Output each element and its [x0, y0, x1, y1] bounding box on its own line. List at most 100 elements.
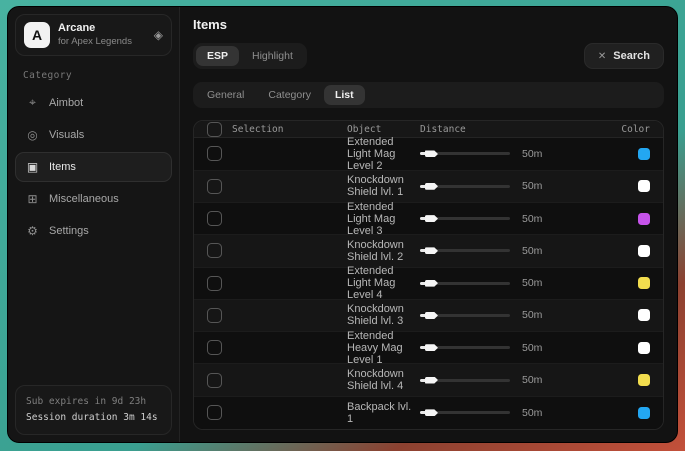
- diamond-badge-icon[interactable]: ◈: [154, 28, 163, 42]
- slider-thumb[interactable]: [425, 344, 438, 351]
- distance-slider[interactable]: [420, 249, 510, 252]
- distance-value: 50m: [522, 245, 542, 257]
- main-panel: Items ESP Highlight ✕ Search General Cat…: [180, 7, 677, 442]
- distance-value: 50m: [522, 309, 542, 321]
- color-swatch[interactable]: [638, 342, 650, 354]
- grid-icon: ⊞: [25, 192, 40, 206]
- col-object: Object: [347, 124, 420, 135]
- brand-text: Arcane for Apex Legends: [58, 22, 146, 48]
- select-all-checkbox[interactable]: [207, 122, 222, 137]
- distance-slider[interactable]: [420, 282, 510, 285]
- col-selection: Selection: [232, 124, 283, 135]
- sub-expiry-text: Sub expires in 9d 23h: [26, 394, 161, 410]
- distance-value: 50m: [522, 180, 542, 192]
- sidebar-item-aimbot[interactable]: ⌖ Aimbot: [15, 87, 172, 118]
- distance-slider[interactable]: [420, 314, 510, 317]
- sidebar-nav: ⌖ Aimbot ◎ Visuals ▣ Items ⊞ Miscellaneo…: [8, 87, 179, 246]
- table-row: Knockdown Shield lvl. 2 50m: [194, 235, 663, 267]
- object-name: Extended Light Mag Level 4: [347, 265, 420, 301]
- col-color: Color: [610, 124, 650, 135]
- x-icon: ✕: [598, 51, 606, 62]
- color-swatch[interactable]: [638, 374, 650, 386]
- view-tabs: General Category List: [193, 82, 664, 108]
- distance-slider[interactable]: [420, 152, 510, 155]
- app-window: A Arcane for Apex Legends ◈ Category ⌖ A…: [7, 6, 678, 443]
- slider-thumb[interactable]: [425, 409, 438, 416]
- distance-value: 50m: [522, 374, 542, 386]
- table-row: Extended Heavy Mag Level 1 50m: [194, 332, 663, 364]
- page-title: Items: [193, 17, 664, 32]
- object-name: Knockdown Shield lvl. 4: [347, 368, 420, 392]
- row-checkbox[interactable]: [207, 243, 222, 258]
- row-checkbox[interactable]: [207, 308, 222, 323]
- color-swatch[interactable]: [638, 148, 650, 160]
- tab-esp[interactable]: ESP: [196, 46, 239, 66]
- object-name: Knockdown Shield lvl. 3: [347, 303, 420, 327]
- sidebar-item-visuals[interactable]: ◎ Visuals: [15, 120, 172, 150]
- brand-card: A Arcane for Apex Legends ◈: [15, 14, 172, 56]
- distance-slider[interactable]: [420, 379, 510, 382]
- gear-icon: ⚙: [25, 224, 40, 238]
- row-checkbox[interactable]: [207, 340, 222, 355]
- slider-thumb[interactable]: [425, 280, 438, 287]
- distance-value: 50m: [522, 342, 542, 354]
- table-row: Backpack lvl. 1 50m: [194, 397, 663, 429]
- tab-highlight[interactable]: Highlight: [241, 46, 304, 66]
- slider-thumb[interactable]: [425, 215, 438, 222]
- tab-list[interactable]: List: [324, 85, 365, 105]
- table-row: Knockdown Shield lvl. 1 50m: [194, 171, 663, 203]
- distance-slider[interactable]: [420, 217, 510, 220]
- distance-value: 50m: [522, 148, 542, 160]
- sidebar-item-settings[interactable]: ⚙ Settings: [15, 216, 172, 246]
- slider-thumb[interactable]: [425, 183, 438, 190]
- subscription-status-card: Sub expires in 9d 23h Session duration 3…: [15, 385, 172, 435]
- row-checkbox[interactable]: [207, 146, 222, 161]
- app-subtitle: for Apex Legends: [58, 36, 146, 48]
- sidebar-item-items[interactable]: ▣ Items: [15, 152, 172, 182]
- row-checkbox[interactable]: [207, 373, 222, 388]
- table-row: Extended Light Mag Level 3 50m: [194, 203, 663, 235]
- color-swatch[interactable]: [638, 245, 650, 257]
- table-header-row: Selection Object Distance Color: [194, 121, 663, 138]
- row-checkbox[interactable]: [207, 179, 222, 194]
- table-row: Knockdown Shield lvl. 3 50m: [194, 300, 663, 332]
- sidebar-section-label: Category: [23, 70, 179, 81]
- row-checkbox[interactable]: [207, 276, 222, 291]
- app-logo: A: [24, 22, 50, 48]
- sidebar: A Arcane for Apex Legends ◈ Category ⌖ A…: [8, 7, 180, 442]
- distance-value: 50m: [522, 407, 542, 419]
- color-swatch[interactable]: [638, 309, 650, 321]
- mode-tabs: ESP Highlight: [193, 43, 307, 69]
- object-name: Backpack lvl. 1: [347, 401, 420, 425]
- object-name: Knockdown Shield lvl. 1: [347, 174, 420, 198]
- slider-thumb[interactable]: [425, 312, 438, 319]
- object-name: Extended Light Mag Level 3: [347, 201, 420, 237]
- slider-thumb[interactable]: [425, 377, 438, 384]
- object-name: Knockdown Shield lvl. 2: [347, 239, 420, 263]
- distance-slider[interactable]: [420, 185, 510, 188]
- sidebar-item-miscellaneous[interactable]: ⊞ Miscellaneous: [15, 184, 172, 214]
- row-checkbox[interactable]: [207, 405, 222, 420]
- search-button-label: Search: [613, 50, 650, 62]
- color-swatch[interactable]: [638, 213, 650, 225]
- slider-thumb[interactable]: [425, 150, 438, 157]
- distance-slider[interactable]: [420, 346, 510, 349]
- package-icon: ▣: [25, 160, 40, 174]
- row-checkbox[interactable]: [207, 211, 222, 226]
- distance-slider[interactable]: [420, 411, 510, 414]
- color-swatch[interactable]: [638, 277, 650, 289]
- items-table: Selection Object Distance Color Extended…: [193, 120, 664, 430]
- session-duration-text: Session duration 3m 14s: [26, 410, 161, 426]
- color-swatch[interactable]: [638, 407, 650, 419]
- search-button[interactable]: ✕ Search: [584, 43, 664, 69]
- app-name: Arcane: [58, 22, 146, 36]
- tab-general[interactable]: General: [196, 85, 255, 105]
- table-row: Extended Light Mag Level 4 50m: [194, 268, 663, 300]
- tab-category[interactable]: Category: [257, 85, 322, 105]
- col-distance: Distance: [420, 124, 610, 135]
- distance-value: 50m: [522, 213, 542, 225]
- slider-thumb[interactable]: [425, 247, 438, 254]
- table-row: Extended Light Mag Level 2 50m: [194, 138, 663, 170]
- color-swatch[interactable]: [638, 180, 650, 192]
- distance-value: 50m: [522, 277, 542, 289]
